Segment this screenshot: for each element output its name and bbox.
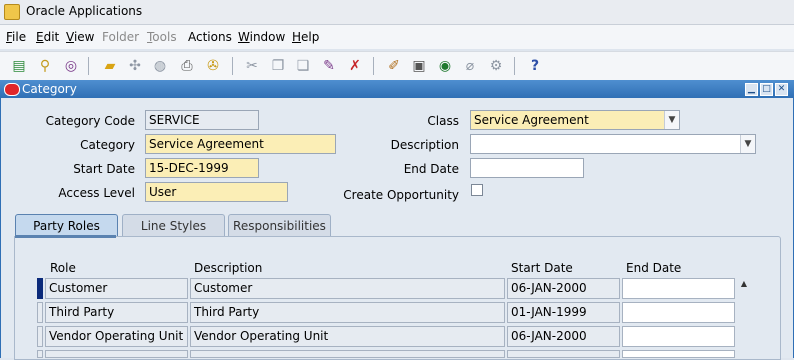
- table-cell-role[interactable]: Customer: [45, 278, 188, 299]
- menu-tools[interactable]: Tools: [147, 30, 177, 44]
- translations-icon[interactable]: ◉: [436, 57, 454, 75]
- oracle-icon: [4, 83, 20, 96]
- save-icon[interactable]: ▰: [101, 57, 119, 75]
- zoom-icon[interactable]: ▣: [410, 57, 428, 75]
- row-selector-current[interactable]: [37, 278, 43, 299]
- toolbar-separator: [232, 57, 233, 75]
- form-window-title-bar: Category ▁ □ ✕: [0, 80, 794, 98]
- copy-icon[interactable]: ❐: [269, 57, 287, 75]
- navigator-icon[interactable]: ◎: [62, 57, 80, 75]
- maximize-icon[interactable]: □: [760, 83, 773, 96]
- table-cell-role[interactable]: [45, 350, 188, 358]
- description-field[interactable]: ▼: [470, 134, 756, 154]
- description-label: Description: [390, 138, 459, 152]
- toolbar-separator: [373, 57, 374, 75]
- new-record-icon[interactable]: ✎: [320, 57, 338, 75]
- table-cell-start-date[interactable]: 06-JAN-2000: [507, 278, 620, 299]
- active-tab-indicator: [15, 235, 116, 238]
- edit-field-icon[interactable]: ✐: [385, 57, 403, 75]
- switch-responsibility-icon[interactable]: ◍: [151, 57, 169, 75]
- folder-tools-icon[interactable]: ⚙: [487, 57, 505, 75]
- tab-line-styles[interactable]: Line Styles: [122, 214, 225, 236]
- attachments-icon[interactable]: ⌀: [461, 57, 479, 75]
- cut-icon[interactable]: ✂: [243, 57, 261, 75]
- app-title-bar: Oracle Applications: [0, 0, 794, 25]
- class-value: Service Agreement: [474, 113, 589, 127]
- column-header-description: Description: [194, 261, 263, 275]
- chevron-down-icon[interactable]: ▼: [664, 111, 679, 129]
- form-window-title: Category: [22, 82, 77, 96]
- table-cell-end-date[interactable]: [622, 350, 735, 358]
- start-date-label: Start Date: [73, 162, 135, 176]
- menu-window[interactable]: Window: [238, 30, 285, 44]
- scroll-up-icon[interactable]: ▲: [738, 278, 750, 290]
- close-icon[interactable]: ✕: [775, 83, 788, 96]
- tab-party-roles[interactable]: Party Roles: [15, 214, 118, 236]
- table-cell-end-date[interactable]: [622, 326, 735, 347]
- table-cell-end-date[interactable]: [622, 302, 735, 323]
- table-cell-start-date[interactable]: 06-JAN-2000: [507, 326, 620, 347]
- close-form-icon[interactable]: ✇: [204, 57, 222, 75]
- table-cell-role[interactable]: Third Party: [45, 302, 188, 323]
- column-header-end-date: End Date: [626, 261, 682, 275]
- tab-responsibilities[interactable]: Responsibilities: [228, 214, 331, 236]
- row-selector[interactable]: [37, 302, 43, 323]
- end-date-label: End Date: [403, 162, 459, 176]
- minimize-icon[interactable]: ▁: [745, 83, 758, 96]
- table-cell-description[interactable]: [190, 350, 505, 358]
- menu-edit[interactable]: Edit: [36, 30, 59, 44]
- end-date-field[interactable]: [470, 158, 584, 178]
- nextstep-icon[interactable]: ✣: [126, 57, 144, 75]
- app-title: Oracle Applications: [26, 4, 143, 18]
- delete-record-icon[interactable]: ✗: [346, 57, 364, 75]
- menu-folder[interactable]: Folder: [102, 30, 139, 44]
- table-cell-end-date[interactable]: [622, 278, 735, 299]
- class-select[interactable]: Service Agreement ▼: [470, 110, 680, 130]
- find-icon[interactable]: ⚲: [36, 57, 54, 75]
- toolbar-separator: [514, 57, 515, 75]
- category-code-label: Category Code: [45, 114, 135, 128]
- toolbar-separator: [88, 57, 89, 75]
- menu-file[interactable]: File: [6, 30, 26, 44]
- table-cell-description[interactable]: Vendor Operating Unit: [190, 326, 505, 347]
- chevron-down-icon[interactable]: ▼: [740, 135, 755, 153]
- table-cell-start-date[interactable]: 01-JAN-1999: [507, 302, 620, 323]
- table-cell-description[interactable]: Third Party: [190, 302, 505, 323]
- java-app-icon: [4, 4, 20, 20]
- menu-actions[interactable]: Actions: [188, 30, 232, 44]
- new-icon[interactable]: ▤: [10, 57, 28, 75]
- category-code-field[interactable]: SERVICE: [145, 110, 259, 130]
- category-field[interactable]: Service Agreement: [145, 134, 336, 154]
- category-label: Category: [80, 138, 135, 152]
- menu-bar: File Edit View Folder Tools Actions Wind…: [0, 25, 794, 49]
- toolbar: ▤ ⚲ ◎ ▰ ✣ ◍ ⎙ ✇ ✂ ❐ ❏ ✎ ✗ ✐ ▣ ◉ ⌀ ⚙ ?: [0, 51, 794, 81]
- table-cell-role[interactable]: Vendor Operating Unit: [45, 326, 188, 347]
- menu-help[interactable]: Help: [292, 30, 319, 44]
- create-opportunity-checkbox[interactable]: [471, 184, 483, 196]
- access-level-label: Access Level: [58, 186, 135, 200]
- access-level-field[interactable]: User: [145, 182, 288, 202]
- column-header-start-date: Start Date: [511, 261, 573, 275]
- create-opportunity-label: Create Opportunity: [343, 188, 459, 202]
- column-header-role: Role: [50, 261, 76, 275]
- row-selector[interactable]: [37, 326, 43, 347]
- table-cell-description[interactable]: Customer: [190, 278, 505, 299]
- row-selector[interactable]: [37, 350, 43, 358]
- table-cell-start-date[interactable]: [507, 350, 620, 358]
- help-icon[interactable]: ?: [526, 57, 544, 75]
- start-date-field[interactable]: 15-DEC-1999: [145, 158, 259, 178]
- paste-icon[interactable]: ❏: [294, 57, 312, 75]
- class-label: Class: [427, 114, 459, 128]
- menu-view[interactable]: View: [66, 30, 94, 44]
- print-icon[interactable]: ⎙: [178, 57, 196, 75]
